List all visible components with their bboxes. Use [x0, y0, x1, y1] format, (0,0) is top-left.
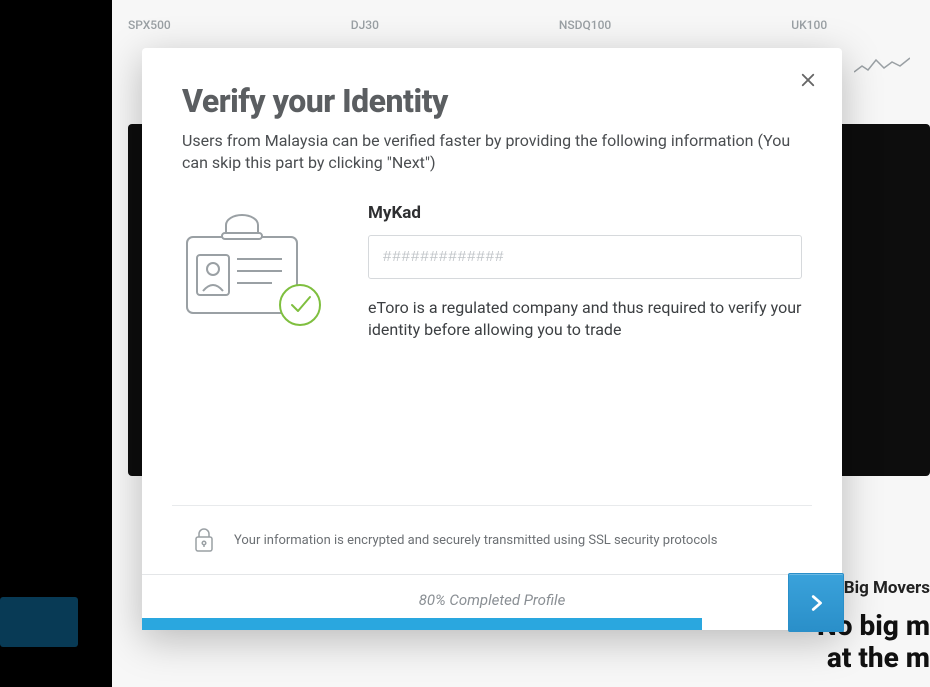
close-button[interactable]	[794, 66, 822, 94]
chevron-right-icon	[805, 592, 827, 614]
id-card-illustration	[182, 209, 332, 333]
security-row: Your information is encrypted and secure…	[142, 506, 842, 574]
mykad-label: MyKad	[368, 203, 802, 223]
helper-text: eToro is a regulated company and thus re…	[368, 297, 802, 342]
lock-icon	[192, 526, 216, 554]
mykad-input[interactable]	[368, 235, 802, 279]
modal-subtitle: Users from Malaysia can be verified fast…	[182, 130, 802, 175]
progress-bar	[142, 618, 702, 630]
next-button[interactable]	[788, 573, 844, 632]
form-row: MyKad eToro is a regulated company and t…	[182, 203, 802, 342]
modal-footer: 80% Completed Profile	[142, 574, 842, 630]
form-fields: MyKad eToro is a regulated company and t…	[368, 203, 802, 342]
progress-label: 80% Completed Profile	[142, 591, 842, 615]
modal-body: Verify your Identity Users from Malaysia…	[142, 48, 842, 505]
close-icon	[799, 71, 817, 89]
modal-overlay: Verify your Identity Users from Malaysia…	[0, 0, 930, 687]
verify-identity-modal: Verify your Identity Users from Malaysia…	[142, 48, 842, 630]
security-text: Your information is encrypted and secure…	[234, 533, 717, 548]
modal-title: Verify your Identity	[182, 82, 802, 120]
